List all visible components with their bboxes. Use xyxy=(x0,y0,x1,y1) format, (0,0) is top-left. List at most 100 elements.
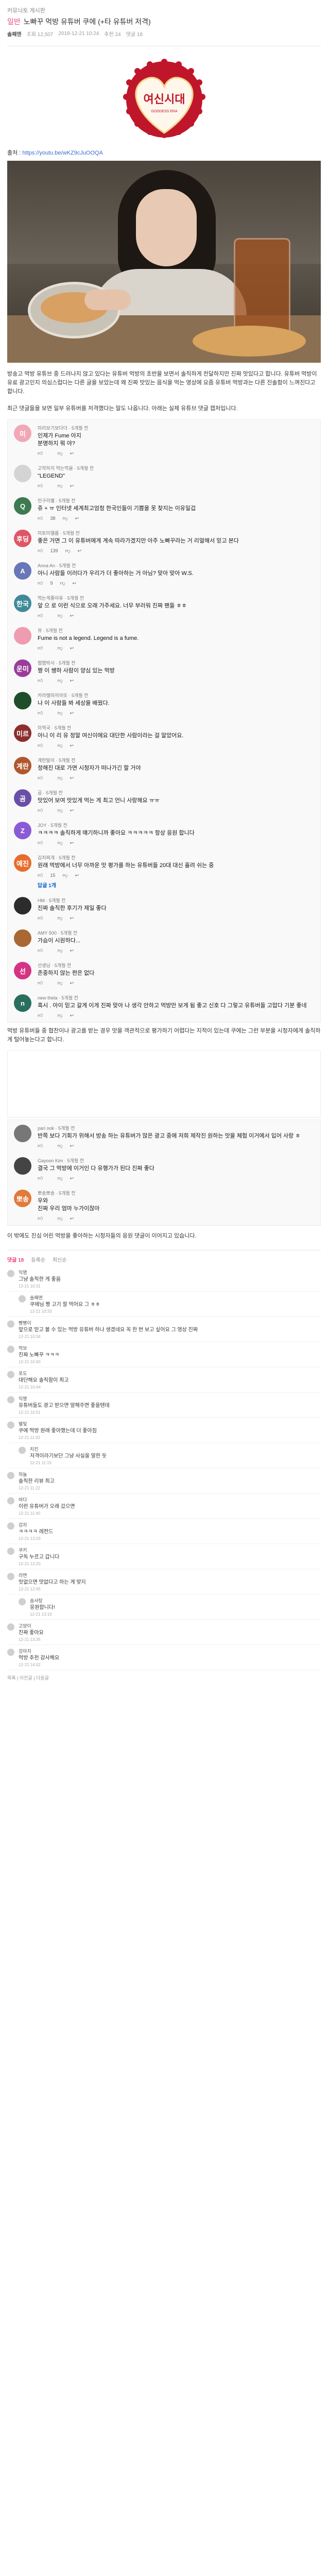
post-category[interactable]: 일반 xyxy=(7,16,21,27)
comment-avatar[interactable]: 곰 xyxy=(14,789,31,807)
comment-author-handle[interactable]: HM · 5개월 전 xyxy=(38,897,314,904)
comment-author-handle[interactable]: 먹는게좋아유 · 5개월 전 xyxy=(38,595,314,601)
thumbs-up-icon[interactable]: 👍︎ xyxy=(38,1175,43,1181)
thumbs-down-icon[interactable]: 👎︎ xyxy=(60,580,65,586)
thumbs-up-icon[interactable]: 👍︎ xyxy=(38,645,43,651)
comment-author-handle[interactable]: 계란말이 · 5개월 전 xyxy=(38,757,314,764)
site-comment-author[interactable]: 빵빵이 xyxy=(19,1319,321,1326)
site-comment-author[interactable]: 고양이 xyxy=(19,1622,321,1629)
comment-avatar[interactable]: 계란 xyxy=(14,757,31,774)
comment-author-handle[interactable]: 미토미엘름 · 5개월 전 xyxy=(38,530,314,536)
thumbs-down-icon[interactable]: 👎︎ xyxy=(57,483,62,489)
thumbs-up-icon[interactable]: 👍︎ xyxy=(38,710,43,716)
user-avatar[interactable] xyxy=(19,1447,26,1454)
thumbs-down-icon[interactable]: 👎︎ xyxy=(57,947,62,954)
reply-icon[interactable]: ↩ xyxy=(70,710,74,716)
comment-avatar[interactable] xyxy=(14,1125,31,1142)
comment-author-handle[interactable]: AMY 500 · 5개월 전 xyxy=(38,929,314,936)
comment-avatar[interactable] xyxy=(14,897,31,914)
tab-comment-count[interactable]: 댓글 18 xyxy=(7,1256,24,1263)
reply-icon[interactable]: ↩ xyxy=(70,678,74,684)
reply-icon[interactable]: ↩ xyxy=(70,1176,74,1181)
thumbs-down-icon[interactable]: 👎︎ xyxy=(57,645,62,651)
reply-icon[interactable]: ↩ xyxy=(73,581,77,586)
site-comment-author[interactable]: 솔째앤 xyxy=(30,1294,321,1301)
site-comment-author[interactable]: 강아지 xyxy=(19,1648,321,1654)
site-comment-author[interactable]: 먹보 xyxy=(19,1345,321,1351)
thumbs-down-icon[interactable]: 👎︎ xyxy=(57,1143,62,1149)
thumbs-up-icon[interactable]: 👍︎ xyxy=(38,742,43,749)
site-comment-author[interactable]: 라면 xyxy=(19,1572,321,1579)
tab-sort-registered[interactable]: 등록순 xyxy=(31,1256,45,1263)
comment-author-handle[interactable]: JOY · 5개월 전 xyxy=(38,822,314,828)
thumbs-down-icon[interactable]: 👎︎ xyxy=(57,677,62,684)
thumbs-down-icon[interactable]: 👎︎ xyxy=(57,742,62,749)
comment-avatar[interactable]: 예진 xyxy=(14,854,31,872)
site-comment-author[interactable]: 익명 xyxy=(19,1269,321,1276)
comment-author-handle[interactable]: 쩝쩝박사 · 5개월 전 xyxy=(38,659,314,666)
site-comment-author[interactable]: 바다 xyxy=(19,1496,321,1503)
user-avatar[interactable] xyxy=(7,1396,14,1403)
comment-author-handle[interactable]: 미리보기보다더 · 5개월 전 xyxy=(38,425,314,431)
reply-icon[interactable]: ↩ xyxy=(70,646,74,651)
comment-author-handle[interactable]: new thela · 5개월 전 xyxy=(38,994,314,1001)
comment-author-handle[interactable]: 고작하지 먹는먹을 · 5개월 전 xyxy=(38,465,314,471)
comment-avatar[interactable]: 한국 xyxy=(14,595,31,612)
video-thumbnail[interactable] xyxy=(7,161,321,363)
reply-icon[interactable]: ↩ xyxy=(70,483,74,489)
comment-author-handle[interactable]: 선생님 · 5개월 전 xyxy=(38,962,314,969)
thumbs-down-icon[interactable]: 👎︎ xyxy=(57,980,62,986)
reply-icon[interactable]: ↩ xyxy=(75,516,79,521)
thumbs-down-icon[interactable]: 👎︎ xyxy=(57,840,62,846)
site-comment-author[interactable]: 포도 xyxy=(19,1370,321,1377)
comment-avatar[interactable]: 뽀송 xyxy=(14,1190,31,1207)
post-author[interactable]: 솔째앤 xyxy=(7,30,22,38)
comment-author-handle[interactable]: 뀨 · 5개월 전 xyxy=(38,627,314,634)
comment-author-handle[interactable]: pari ook · 5개월 전 xyxy=(38,1125,314,1131)
comment-avatar[interactable]: Z xyxy=(14,822,31,839)
comment-avatar[interactable]: 운미 xyxy=(14,659,31,677)
site-comment-author[interactable]: 하늘 xyxy=(19,1471,321,1478)
thumbs-up-icon[interactable]: 👍︎ xyxy=(38,840,43,846)
thumbs-down-icon[interactable]: 👎︎ xyxy=(62,515,67,521)
thumbs-up-icon[interactable]: 👍︎ xyxy=(38,947,43,954)
comment-avatar[interactable]: n xyxy=(14,994,31,1012)
thumbs-down-icon[interactable]: 👎︎ xyxy=(65,548,70,554)
thumbs-up-icon[interactable]: 👍︎ xyxy=(38,580,43,586)
thumbs-down-icon[interactable]: 👎︎ xyxy=(57,807,62,814)
comment-author-handle[interactable]: 민구리별 · 5개월 전 xyxy=(38,497,314,504)
comment-avatar[interactable]: 미 xyxy=(14,425,31,442)
thumbs-down-icon[interactable]: 👎︎ xyxy=(57,1012,62,1019)
reply-icon[interactable]: ↩ xyxy=(70,775,74,781)
reply-icon[interactable]: ↩ xyxy=(70,1216,74,1222)
reply-icon[interactable]: ↩ xyxy=(70,451,74,456)
comment-avatar[interactable] xyxy=(14,465,31,482)
reply-icon[interactable]: ↩ xyxy=(70,743,74,749)
user-avatar[interactable] xyxy=(7,1522,14,1530)
comment-avatar[interactable]: A xyxy=(14,562,31,580)
site-comment-author[interactable]: 솜사탕 xyxy=(30,1597,321,1604)
comment-avatar[interactable] xyxy=(14,627,31,645)
user-avatar[interactable] xyxy=(7,1320,14,1328)
comment-author-handle[interactable]: 김치찌개 · 5개월 전 xyxy=(38,854,314,861)
site-comment-author[interactable]: 치킨 xyxy=(30,1446,321,1452)
comment-author-handle[interactable]: 미역국 · 5개월 전 xyxy=(38,724,314,731)
thumbs-down-icon[interactable]: 👎︎ xyxy=(57,1175,62,1181)
thumbs-up-icon[interactable]: 👍︎ xyxy=(38,980,43,986)
post-footer-nav[interactable]: 목록 | 이전글 | 다음글 xyxy=(7,1674,321,1681)
thumbs-up-icon[interactable]: 👍︎ xyxy=(38,613,43,619)
thumbs-up-icon[interactable]: 👍︎ xyxy=(38,483,43,489)
site-comment-author[interactable]: 별빛 xyxy=(19,1420,321,1427)
thumbs-up-icon[interactable]: 👍︎ xyxy=(38,1012,43,1019)
reply-icon[interactable]: ↩ xyxy=(70,948,74,954)
user-avatar[interactable] xyxy=(7,1371,14,1378)
user-avatar[interactable] xyxy=(19,1295,26,1302)
thumbs-up-icon[interactable]: 👍︎ xyxy=(38,915,43,921)
user-avatar[interactable] xyxy=(7,1573,14,1580)
user-avatar[interactable] xyxy=(7,1472,14,1479)
comment-author-handle[interactable]: 카라멜마끼아또 · 5개월 전 xyxy=(38,692,314,699)
site-comment-author[interactable]: 쿠키 xyxy=(19,1547,321,1553)
reply-icon[interactable]: ↩ xyxy=(70,980,74,986)
comment-avatar[interactable] xyxy=(14,1157,31,1175)
thumbs-down-icon[interactable]: 👎︎ xyxy=(57,915,62,921)
